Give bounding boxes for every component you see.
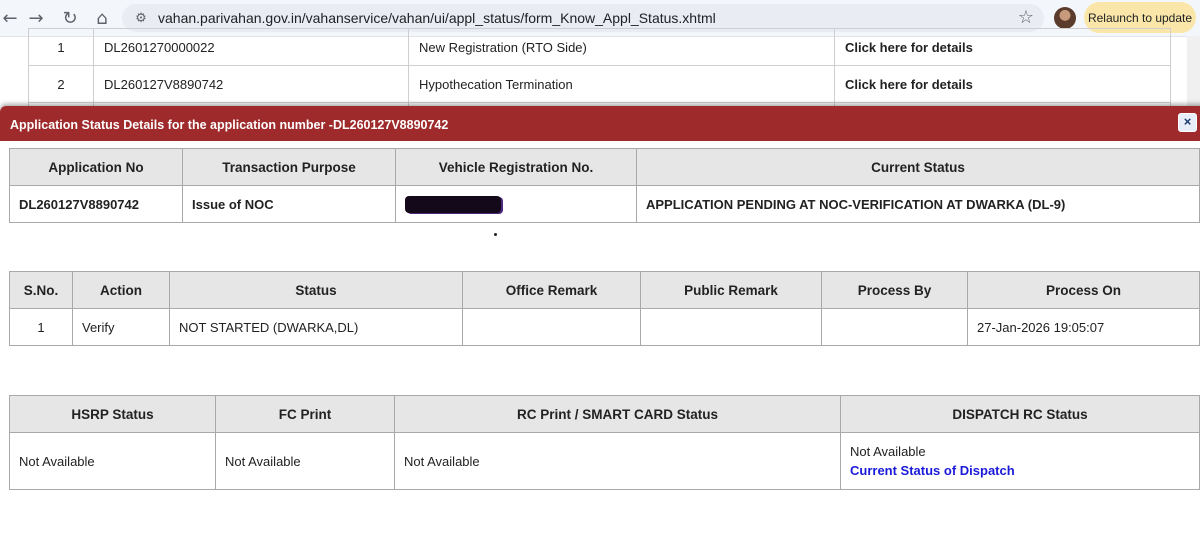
table-row: DL260127V8890742 Issue of NOC APPLICATIO… xyxy=(9,185,1200,223)
details-link[interactable]: Click here for details xyxy=(834,28,1171,66)
rc-print-cell: Not Available xyxy=(394,432,841,490)
action-history-table: S.No. Action Status Office Remark Public… xyxy=(9,271,1200,346)
status-cell: NOT STARTED (DWARKA,DL) xyxy=(169,308,463,346)
header-process-by: Process By xyxy=(821,271,968,309)
bookmark-star-icon[interactable]: ☆ xyxy=(1018,7,1034,28)
reload-icon[interactable]: ↻ xyxy=(58,6,82,30)
page-scrollbar[interactable] xyxy=(1187,36,1200,116)
header-action: Action xyxy=(72,271,170,309)
header-transaction-purpose: Transaction Purpose xyxy=(182,148,396,186)
sno-cell: 1 xyxy=(9,308,73,346)
current-status-cell: APPLICATION PENDING AT NOC-VERIFICATION … xyxy=(636,185,1200,223)
stray-dot xyxy=(494,233,497,236)
dialog-titlebar: Application Status Details for the appli… xyxy=(0,106,1200,141)
header-sno: S.No. xyxy=(9,271,73,309)
status-dialog: Application Status Details for the appli… xyxy=(0,106,1200,546)
purpose-cell: Hypothecation Termination xyxy=(408,65,835,103)
application-no-cell: DL260127V8890742 xyxy=(9,185,183,223)
sno-cell: 2 xyxy=(28,65,94,103)
dispatch-rc-status-cell: Not Available Current Status of Dispatch xyxy=(840,432,1200,490)
purpose-cell: New Registration (RTO Side) xyxy=(408,28,835,66)
table-row: 1 Verify NOT STARTED (DWARKA,DL) 27-Jan-… xyxy=(9,308,1200,346)
header-process-on: Process On xyxy=(967,271,1200,309)
header-hsrp-status: HSRP Status xyxy=(9,395,216,433)
public-remark-cell xyxy=(640,308,822,346)
header-status: Status xyxy=(169,271,463,309)
table-row: 2 DL260127V8890742 Hypothecation Termina… xyxy=(28,65,1171,103)
header-dispatch-rc-status: DISPATCH RC Status xyxy=(840,395,1200,433)
site-settings-icon[interactable]: ⚙ xyxy=(132,9,150,27)
header-application-no: Application No xyxy=(9,148,183,186)
header-office-remark: Office Remark xyxy=(462,271,641,309)
header-rc-print: RC Print / SMART CARD Status xyxy=(394,395,841,433)
vehicle-reg-no-cell xyxy=(395,185,637,223)
fc-print-cell: Not Available xyxy=(215,432,395,490)
appl-no-cell: DL2601270000022 xyxy=(93,28,409,66)
action-cell: Verify xyxy=(72,308,170,346)
print-status-table: HSRP Status FC Print RC Print / SMART CA… xyxy=(9,395,1200,490)
summary-table: Application No Transaction Purpose Vehic… xyxy=(9,148,1200,223)
transaction-purpose-cell: Issue of NOC xyxy=(182,185,396,223)
hsrp-status-cell: Not Available xyxy=(9,432,216,490)
back-icon[interactable]: ← xyxy=(0,6,22,30)
dispatch-status-link[interactable]: Current Status of Dispatch xyxy=(850,463,1190,478)
header-current-status: Current Status xyxy=(636,148,1200,186)
details-link[interactable]: Click here for details xyxy=(834,65,1171,103)
sno-cell: 1 xyxy=(28,28,94,66)
process-on-cell: 27-Jan-2026 19:05:07 xyxy=(967,308,1200,346)
dialog-title: Application Status Details for the appli… xyxy=(10,118,449,132)
header-public-remark: Public Remark xyxy=(640,271,822,309)
forward-icon[interactable]: → xyxy=(24,6,48,30)
process-by-cell xyxy=(821,308,968,346)
profile-avatar[interactable] xyxy=(1054,7,1076,29)
url-text[interactable]: vahan.parivahan.gov.in/vahanservice/vaha… xyxy=(158,10,716,26)
home-icon[interactable]: ⌂ xyxy=(90,6,114,30)
dispatch-status-text: Not Available xyxy=(850,444,926,459)
table-row: Not Available Not Available Not Availabl… xyxy=(9,432,1200,490)
redacted-mark xyxy=(405,195,501,213)
close-icon[interactable]: × xyxy=(1178,113,1197,132)
office-remark-cell xyxy=(462,308,641,346)
header-fc-print: FC Print xyxy=(215,395,395,433)
header-vehicle-reg-no: Vehicle Registration No. xyxy=(395,148,637,186)
appl-no-cell: DL260127V8890742 xyxy=(93,65,409,103)
table-row: 1 DL2601270000022 New Registration (RTO … xyxy=(28,28,1171,66)
